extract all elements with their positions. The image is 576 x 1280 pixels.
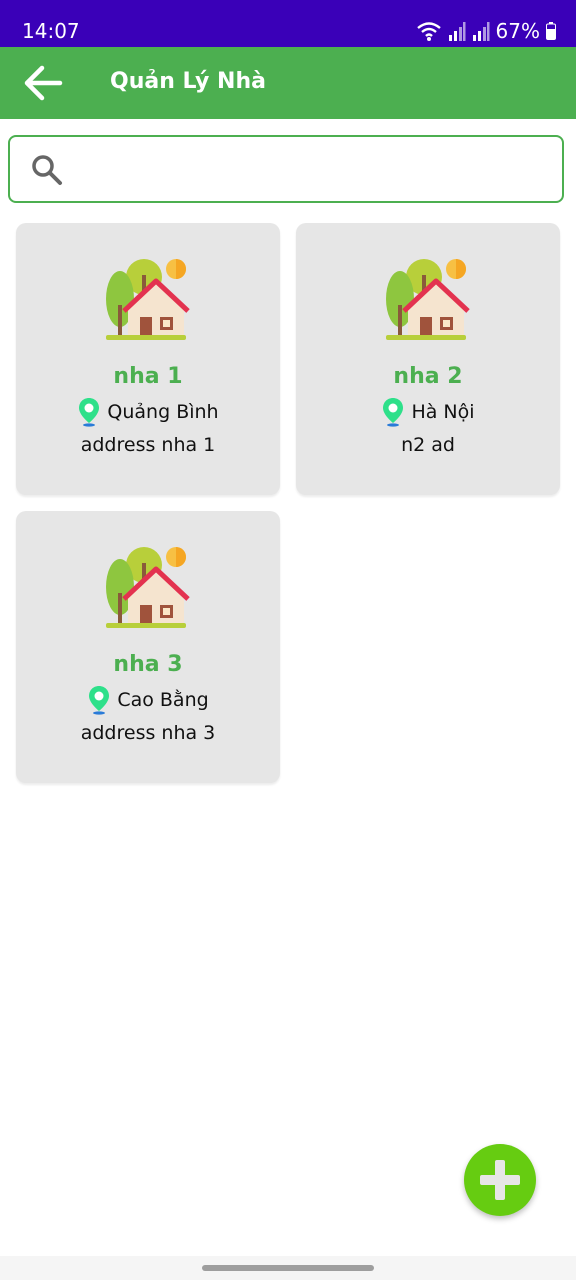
house-address: n2 ad [401, 434, 455, 456]
status-bar: 14:07 67% [0, 0, 576, 47]
house-name: nha 1 [113, 364, 183, 389]
map-pin-icon [79, 398, 100, 427]
home-gesture-handle[interactable] [202, 1265, 374, 1271]
house-icon [386, 259, 470, 340]
house-icon [106, 547, 190, 628]
house-card-1[interactable]: nha 1 Quảng Bình address nha 1 [16, 223, 280, 495]
status-icons: 67% [416, 18, 556, 44]
search-icon [32, 155, 62, 185]
add-house-button[interactable] [464, 1144, 536, 1216]
signal-icon-2 [472, 22, 490, 41]
battery-icon [546, 22, 556, 40]
search-box[interactable] [8, 135, 564, 203]
signal-icon [448, 22, 466, 41]
house-location: Quảng Bình [16, 397, 280, 427]
search-input[interactable] [80, 151, 554, 191]
map-pin-icon [89, 686, 110, 715]
house-province: Hà Nội [411, 401, 475, 423]
house-name: nha 3 [113, 652, 183, 677]
map-pin-icon [383, 398, 404, 427]
house-card-3[interactable]: nha 3 Cao Bằng address nha 3 [16, 511, 280, 783]
house-location: Hà Nội [296, 397, 560, 427]
house-card-2[interactable]: nha 2 Hà Nội n2 ad [296, 223, 560, 495]
wifi-icon [416, 22, 441, 41]
app-bar: Quản Lý Nhà [0, 47, 576, 119]
navigation-bar [0, 1256, 576, 1280]
house-province: Cao Bằng [117, 689, 209, 711]
house-province: Quảng Bình [107, 401, 219, 423]
house-icon [106, 259, 190, 340]
plus-icon [480, 1160, 520, 1200]
back-button[interactable] [20, 61, 66, 105]
house-address: address nha 3 [80, 722, 216, 744]
page-title: Quản Lý Nhà [110, 69, 266, 94]
arrow-left-icon [24, 65, 63, 101]
house-address: address nha 1 [80, 434, 216, 456]
status-time: 14:07 [22, 19, 80, 43]
house-name: nha 2 [393, 364, 463, 389]
house-location: Cao Bằng [16, 685, 280, 715]
battery-percent: 67% [495, 19, 540, 43]
